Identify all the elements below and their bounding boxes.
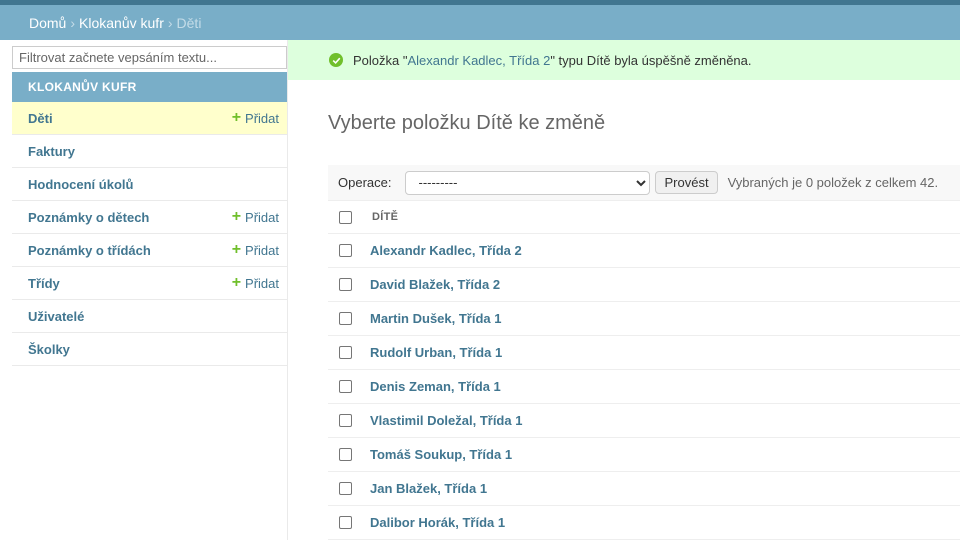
row-checkbox[interactable] <box>339 278 352 291</box>
table-row: David Blažek, Třída 2 <box>328 268 960 302</box>
breadcrumb-separator: › <box>70 14 76 31</box>
table-row: Tomáš Soukup, Třída 1 <box>328 438 960 472</box>
sidebar-item-link[interactable]: Faktury <box>28 144 75 159</box>
row-checkbox[interactable] <box>339 312 352 325</box>
row-link[interactable]: Martin Dušek, Třída 1 <box>370 311 501 326</box>
plus-icon: + <box>231 274 242 291</box>
row-link[interactable]: David Blažek, Třída 2 <box>370 277 500 292</box>
sidebar-item: Školky <box>12 333 287 366</box>
sidebar-item-link[interactable]: Poznámky o třídách <box>28 243 151 258</box>
results-table: DÍTĚ Alexandr Kadlec, Třída 2 David Blaže… <box>328 200 960 540</box>
add-button[interactable]: + Přidat <box>232 209 279 225</box>
table-row: Vlastimil Doležal, Třída 1 <box>328 404 960 438</box>
sidebar-item: Děti + Přidat <box>12 102 287 135</box>
row-checkbox[interactable] <box>339 414 352 427</box>
sidebar-item: Poznámky o dětech + Přidat <box>12 201 287 234</box>
sidebar-item-link[interactable]: Děti <box>28 111 53 126</box>
add-label: Přidat <box>245 242 279 258</box>
table-row: Martin Dušek, Třída 1 <box>328 302 960 336</box>
add-label: Přidat <box>245 110 279 126</box>
success-object-link[interactable]: Alexandr Kadlec, Třída 2 <box>407 53 550 68</box>
app-module: KLOKANŮV KUFR Děti + Přidat Faktury Hodnocen… <box>12 72 287 366</box>
selection-counter: Vybraných je 0 položek z celkem 42. <box>727 175 939 190</box>
actions-label: Operace: <box>338 175 392 190</box>
row-checkbox[interactable] <box>339 244 352 257</box>
sidebar-item-link[interactable]: Školky <box>28 342 70 357</box>
sidebar-item: Uživatelé <box>12 300 287 333</box>
table-row: Jan Blažek, Třída 1 <box>328 472 960 506</box>
table-header: DÍTĚ <box>328 200 960 234</box>
row-checkbox[interactable] <box>339 380 352 393</box>
sidebar-item: Poznámky o třídách + Přidat <box>12 234 287 267</box>
page-title: Vyberte položku Dítě ke změně <box>328 112 606 134</box>
table-row: Denis Zeman, Třída 1 <box>328 370 960 404</box>
model-list: Děti + Přidat Faktury Hodnocení úkolů Poznámk… <box>12 102 287 366</box>
sidebar-item-link[interactable]: Uživatelé <box>28 309 84 324</box>
sidebar-item-link[interactable]: Hodnocení úkolů <box>28 177 133 192</box>
breadcrumb-app-link[interactable]: Klokanův kufr <box>79 15 164 31</box>
success-text: Položka "Alexandr Kadlec, Třída 2" typu … <box>353 52 752 68</box>
sidebar-item: Třídy + Přidat <box>12 267 287 300</box>
table-row: Dalibor Horák, Třída 1 <box>328 506 960 540</box>
sidebar-item: Faktury <box>12 135 287 168</box>
actions-bar: Operace: --------- Provést Vybraných je … <box>328 165 960 200</box>
table-row: Rudolf Urban, Třída 1 <box>328 336 960 370</box>
row-link[interactable]: Tomáš Soukup, Třída 1 <box>370 447 512 462</box>
row-link[interactable]: Alexandr Kadlec, Třída 2 <box>370 243 522 258</box>
app-caption-link[interactable]: KLOKANŮV KUFR <box>12 72 287 102</box>
plus-icon: + <box>231 208 242 225</box>
breadcrumb: Domů › Klokanův kufr › Děti <box>0 5 960 40</box>
sidebar-filter-input[interactable] <box>12 46 287 69</box>
run-action-button[interactable]: Provést <box>655 171 718 194</box>
add-label: Přidat <box>245 275 279 291</box>
plus-icon: + <box>231 109 242 126</box>
add-button[interactable]: + Přidat <box>232 110 279 126</box>
row-checkbox[interactable] <box>339 516 352 529</box>
column-header-dite[interactable]: DÍTĚ <box>372 211 398 223</box>
row-link[interactable]: Dalibor Horák, Třída 1 <box>370 515 505 530</box>
sidebar-item: Hodnocení úkolů <box>12 168 287 201</box>
row-link[interactable]: Vlastimil Doležal, Třída 1 <box>370 413 522 428</box>
row-checkbox[interactable] <box>339 482 352 495</box>
row-checkbox[interactable] <box>339 448 352 461</box>
breadcrumb-current: Děti <box>176 14 202 31</box>
row-link[interactable]: Denis Zeman, Třída 1 <box>370 379 501 394</box>
add-button[interactable]: + Přidat <box>232 242 279 258</box>
breadcrumb-home-link[interactable]: Domů <box>29 15 66 31</box>
row-link[interactable]: Rudolf Urban, Třída 1 <box>370 345 502 360</box>
add-label: Přidat <box>245 209 279 225</box>
sidebar-item-link[interactable]: Poznámky o dětech <box>28 210 149 225</box>
success-message: Položka "Alexandr Kadlec, Třída 2" typu … <box>288 40 960 80</box>
add-button[interactable]: + Přidat <box>232 275 279 291</box>
table-row: Alexandr Kadlec, Třída 2 <box>328 234 960 268</box>
plus-icon: + <box>231 241 242 258</box>
row-link[interactable]: Jan Blažek, Třída 1 <box>370 481 487 496</box>
table-body: Alexandr Kadlec, Třída 2 David Blažek, Tř… <box>328 234 960 540</box>
row-checkbox[interactable] <box>339 346 352 359</box>
select-all-checkbox[interactable] <box>339 210 352 224</box>
sidebar-item-link[interactable]: Třídy <box>28 276 60 291</box>
sidebar: KLOKANŮV KUFR Děti+PřidatFakturyHodnocen… <box>0 40 288 540</box>
breadcrumb-separator: › <box>167 14 173 31</box>
check-circle-icon <box>329 53 343 67</box>
action-select[interactable]: --------- <box>405 170 651 195</box>
main-content: Položka "Alexandr Kadlec, Třída 2" typu … <box>288 40 960 540</box>
